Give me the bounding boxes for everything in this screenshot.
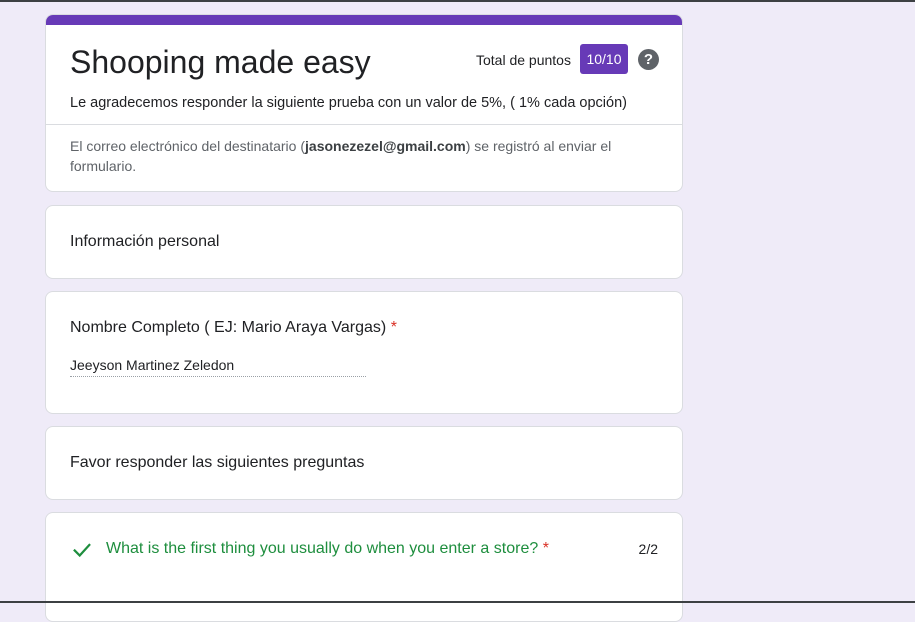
- header-divider: [46, 124, 682, 125]
- total-score-badge: 10/10: [580, 44, 628, 74]
- help-icon[interactable]: ?: [638, 49, 659, 70]
- form-description: Le agradecemos responder la siguiente pr…: [70, 95, 627, 111]
- email-recorded-note: El correo electrónico del destinatario (…: [70, 136, 650, 176]
- answer-full-name: Jeeyson Martinez Zeledon: [70, 357, 235, 373]
- form-header-card: Shooping made easy Total de puntos 10/10…: [45, 14, 683, 192]
- question-label-store-entry: What is the first thing you usually do w…: [106, 537, 549, 561]
- question-label-full-name: Nombre Completo ( EJ: Mario Araya Vargas…: [70, 316, 397, 340]
- section-title-personal-info: Información personal: [70, 233, 220, 250]
- form-accent-bar: [46, 15, 682, 25]
- section-title-answer-prompt: Favor responder las siguientes preguntas: [70, 454, 365, 471]
- check-icon: [73, 543, 91, 558]
- window-top-edge: [0, 0, 915, 2]
- form-title: Shooping made easy: [70, 44, 371, 80]
- total-score-label: Total de puntos: [476, 52, 571, 68]
- respondent-email: jasonezezel@gmail.com: [305, 138, 466, 154]
- question-text: What is the first thing you usually do w…: [106, 540, 539, 557]
- question-card-store-entry: What is the first thing you usually do w…: [45, 512, 683, 622]
- required-asterisk: *: [542, 540, 549, 557]
- question-score: 2/2: [638, 541, 658, 557]
- question-card-full-name: Nombre Completo ( EJ: Mario Araya Vargas…: [45, 291, 683, 414]
- required-asterisk: *: [390, 319, 397, 336]
- question-text: Nombre Completo ( EJ: Mario Araya Vargas…: [70, 319, 387, 336]
- section-personal-info-card: Información personal: [45, 205, 683, 279]
- email-note-prefix: El correo electrónico del destinatario (: [70, 138, 306, 154]
- section-answer-prompt-card: Favor responder las siguientes preguntas: [45, 426, 683, 500]
- answer-underline: [70, 376, 366, 377]
